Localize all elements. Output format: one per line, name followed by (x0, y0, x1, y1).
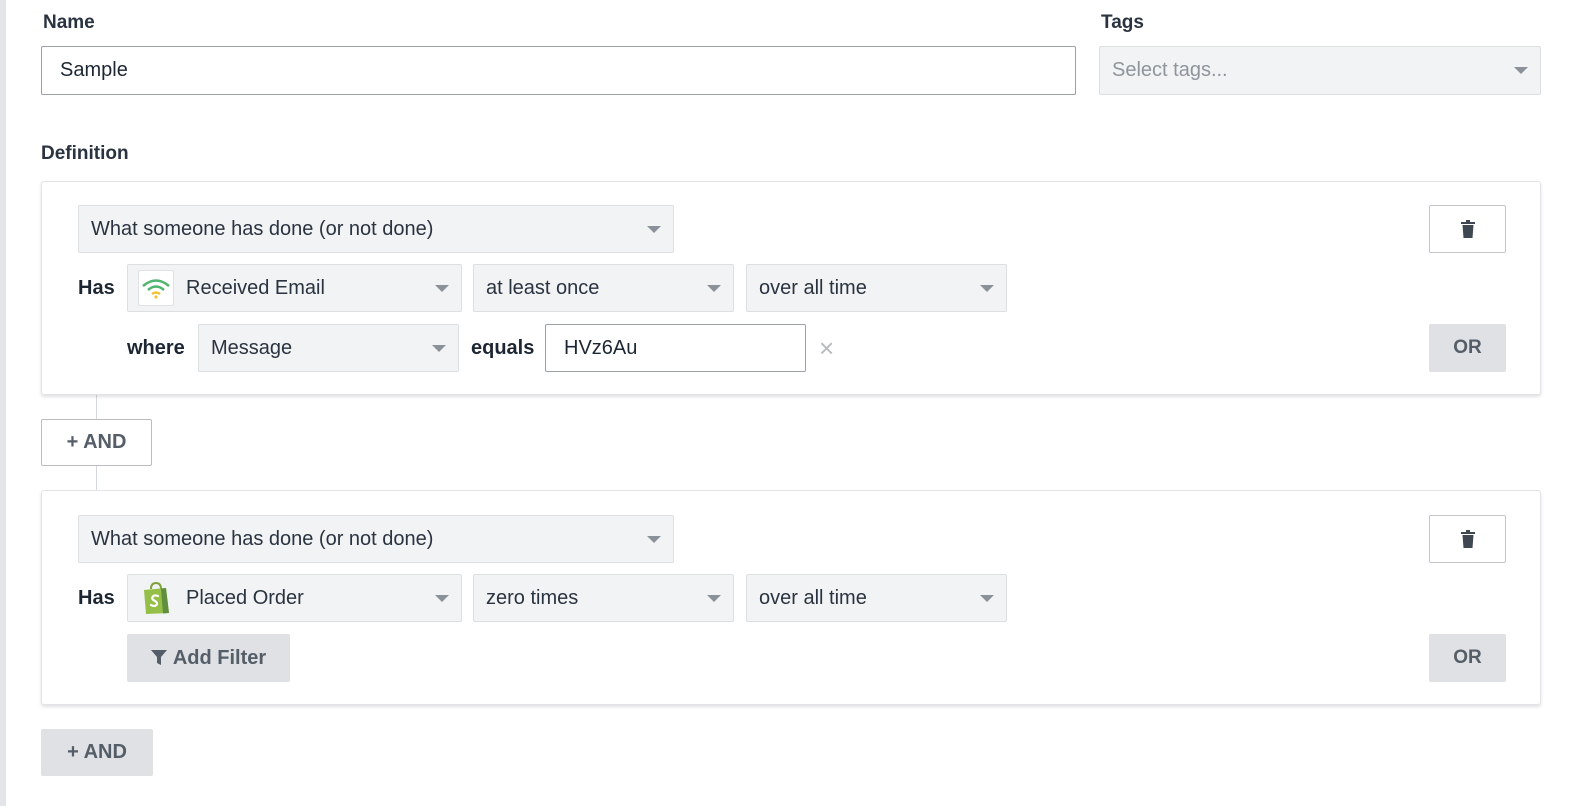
timeframe-value: over all time (759, 586, 867, 609)
trash-icon (1460, 530, 1475, 548)
condition-card-2: What someone has done (or not done) Has … (41, 490, 1541, 705)
condition-type-select[interactable]: What someone has done (or not done) (78, 515, 674, 563)
chevron-down-icon (647, 535, 661, 543)
connector-line (96, 466, 97, 490)
delete-condition-button[interactable] (1429, 515, 1506, 563)
left-rail (0, 0, 6, 806)
and-button[interactable]: + AND (41, 729, 153, 776)
trash-icon (1460, 220, 1475, 238)
equals-label: equals (471, 337, 535, 359)
property-value: Message (211, 336, 293, 359)
definition-label: Definition (41, 143, 129, 164)
frequency-value: at least once (486, 276, 600, 299)
chevron-down-icon (1514, 67, 1528, 74)
email-signal-icon (138, 270, 174, 306)
and-button[interactable]: + AND (41, 419, 152, 466)
chevron-down-icon (435, 284, 449, 292)
frequency-select[interactable]: zero times (473, 574, 734, 622)
filter-value-input[interactable]: HVz6Au (545, 324, 806, 372)
chevron-down-icon (432, 344, 446, 352)
condition-card-1: What someone has done (or not done) Has … (41, 181, 1541, 395)
has-label: Has (78, 587, 115, 609)
or-button[interactable]: OR (1429, 634, 1506, 682)
property-select[interactable]: Message (198, 324, 459, 372)
condition-type-value: What someone has done (or not done) (91, 217, 434, 240)
metric-value: Placed Order (186, 586, 304, 609)
filter-value: HVz6Au (564, 336, 638, 359)
condition-type-value: What someone has done (or not done) (91, 527, 434, 550)
filter-icon (150, 650, 167, 665)
chevron-down-icon (707, 284, 721, 292)
name-label: Name (43, 12, 95, 33)
name-input[interactable]: Sample (41, 46, 1076, 95)
add-filter-label: Add Filter (172, 646, 267, 669)
frequency-value: zero times (486, 586, 579, 609)
chevron-down-icon (435, 594, 449, 602)
tags-label: Tags (1101, 12, 1144, 33)
timeframe-select[interactable]: over all time (746, 264, 1007, 312)
timeframe-value: over all time (759, 276, 867, 299)
chevron-down-icon (647, 225, 661, 233)
where-label: where (127, 337, 185, 359)
metric-select[interactable]: Received Email (127, 264, 462, 312)
chevron-down-icon (980, 284, 994, 292)
or-button[interactable]: OR (1429, 324, 1506, 372)
condition-type-select[interactable]: What someone has done (or not done) (78, 205, 674, 253)
chevron-down-icon (707, 594, 721, 602)
tags-select[interactable]: Select tags... (1099, 46, 1541, 95)
metric-select[interactable]: Placed Order (127, 574, 462, 622)
add-filter-button[interactable]: Add Filter (127, 634, 290, 682)
tags-placeholder: Select tags... (1112, 59, 1228, 81)
frequency-select[interactable]: at least once (473, 264, 734, 312)
metric-value: Received Email (186, 276, 325, 299)
delete-condition-button[interactable] (1429, 205, 1506, 253)
shopify-bag-icon (138, 580, 174, 616)
connector-line (96, 395, 97, 419)
close-icon[interactable]: × (819, 335, 834, 361)
has-label: Has (78, 277, 115, 299)
name-input-value: Sample (60, 59, 128, 81)
chevron-down-icon (980, 594, 994, 602)
timeframe-select[interactable]: over all time (746, 574, 1007, 622)
